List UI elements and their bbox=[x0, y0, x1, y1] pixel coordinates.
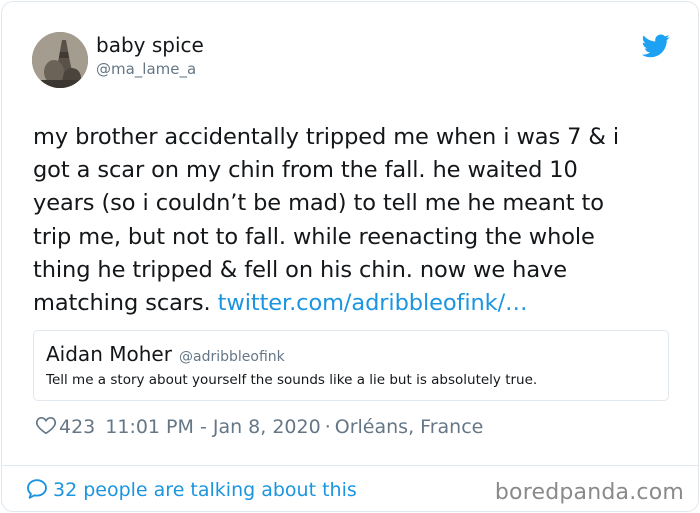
avatar[interactable] bbox=[32, 32, 88, 88]
footer-divider bbox=[2, 465, 698, 466]
tweet-body: my brother accidentally tripped me when … bbox=[33, 121, 673, 320]
tweet-footer[interactable]: 32 people are talking about this bbox=[25, 477, 357, 505]
tweet-meta: 423 11:01 PM - Jan 8, 2020 · Orléans, Franc… bbox=[35, 414, 483, 440]
tweet-link[interactable]: twitter.com/adribbleofink/… bbox=[218, 290, 528, 316]
tweet-location[interactable]: Orléans, France bbox=[335, 416, 484, 438]
talking-about-this-link[interactable]: 32 people are talking about this bbox=[53, 479, 357, 501]
tweet-line: matching scars. bbox=[33, 290, 218, 317]
speech-bubble-icon[interactable] bbox=[25, 477, 49, 501]
like-count[interactable]: 423 bbox=[59, 416, 95, 438]
tweet-embed-card: baby spice @ma_lame_a my brother acciden… bbox=[1, 1, 699, 512]
author-handle[interactable]: @ma_lame_a bbox=[96, 60, 196, 78]
quoted-tweet-text: Tell me a story about yourself the sound… bbox=[46, 372, 538, 388]
boredpanda-watermark: boredpanda.com bbox=[494, 480, 684, 505]
tweet-header: baby spice @ma_lame_a bbox=[32, 32, 672, 90]
tweet-line: my brother accidentally tripped me when … bbox=[33, 124, 620, 150]
meta-separator: · bbox=[324, 416, 331, 438]
quoted-tweet[interactable]: Aidan Moher @adribbleofink Tell me a sto… bbox=[33, 330, 669, 401]
quoted-author-name: Aidan Moher bbox=[46, 342, 172, 366]
quoted-tweet-header: Aidan Moher @adribbleofink bbox=[46, 342, 285, 366]
tweet-line-last: matching scars. twitter.com/adribbleofin… bbox=[33, 287, 673, 320]
twitter-bird-icon[interactable] bbox=[641, 34, 670, 58]
tweet-line: trip me, but not to fall. while reenacti… bbox=[33, 223, 595, 250]
quoted-author-handle: @adribbleofink bbox=[179, 349, 285, 365]
tweet-line: thing he tripped & fell on his chin. now… bbox=[33, 256, 567, 283]
tweet-line: got a scar on my chin from the fall. he … bbox=[33, 157, 578, 184]
heart-icon[interactable] bbox=[35, 414, 57, 436]
author-display-name[interactable]: baby spice bbox=[96, 33, 204, 57]
tweet-timestamp[interactable]: 11:01 PM - Jan 8, 2020 bbox=[105, 416, 320, 438]
tweet-line: years (so i couldn’t be mad) to tell me … bbox=[33, 190, 604, 217]
